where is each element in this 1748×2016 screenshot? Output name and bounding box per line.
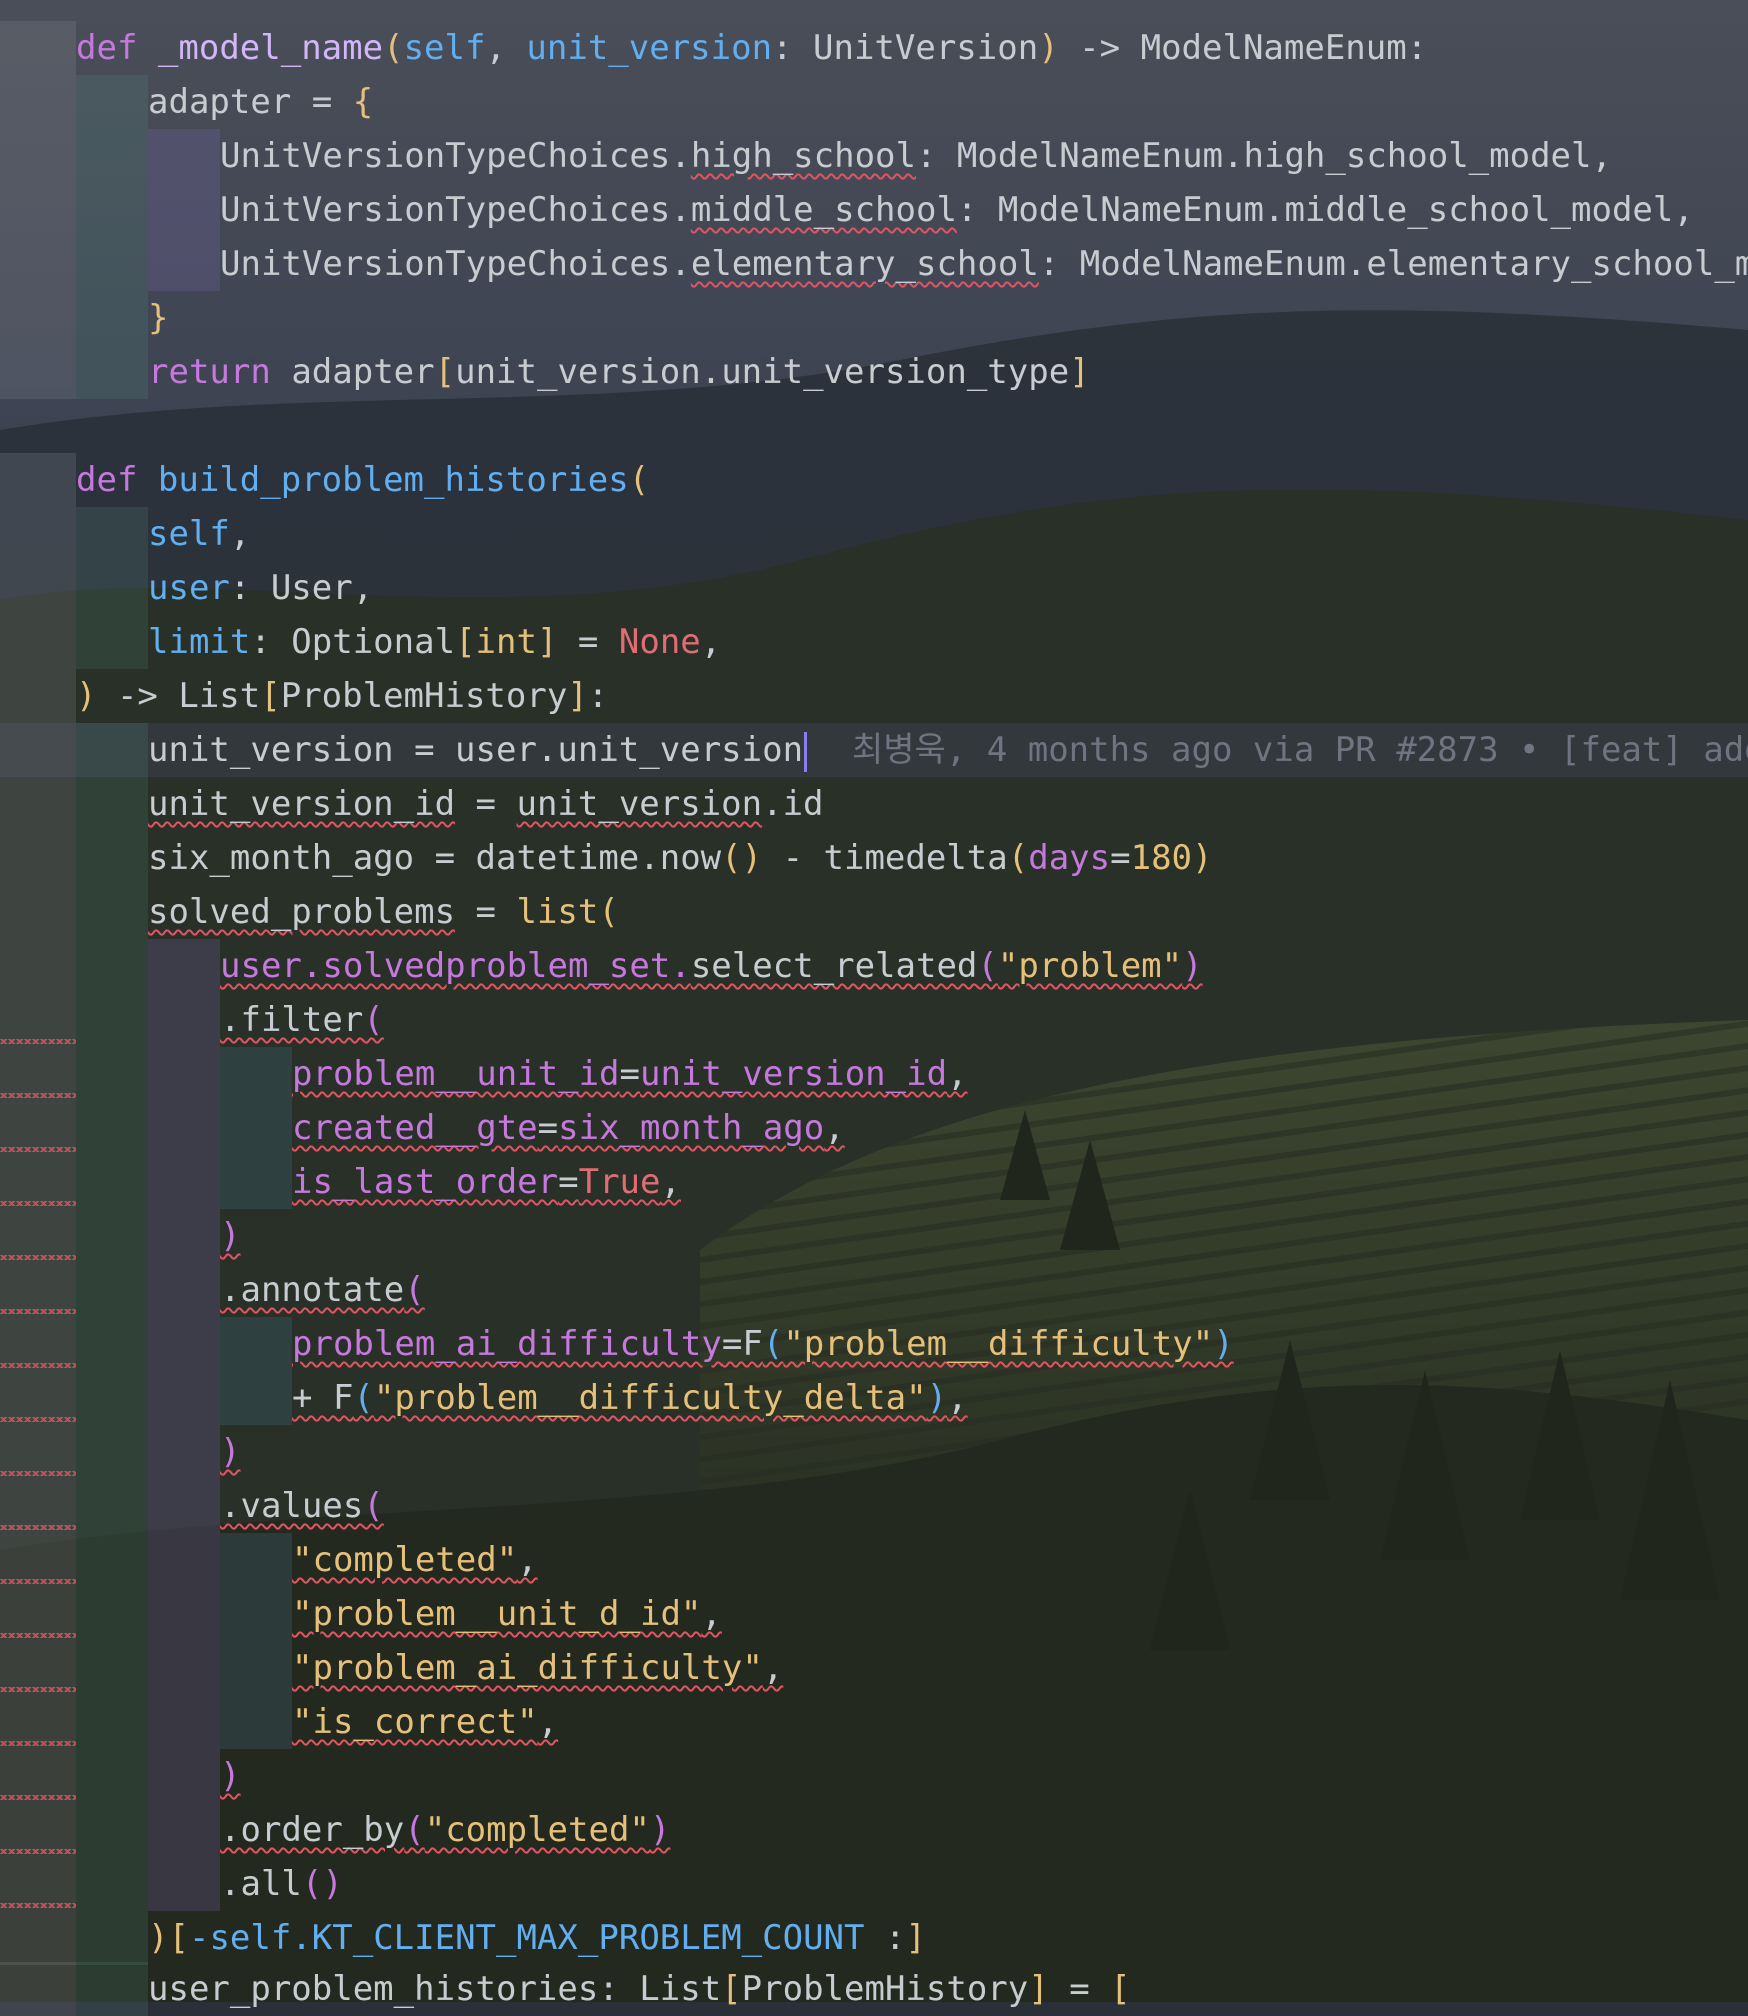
- code-line-25: problem_ai_difficulty=F("problem__diffic…: [0, 1317, 1748, 1371]
- code-line-17: solved_problems = list(: [0, 885, 1748, 939]
- code-line-6: }: [0, 291, 1748, 345]
- text-cursor: [804, 731, 808, 772]
- code-line-22: is_last_order=True,: [0, 1155, 1748, 1209]
- code-line-1: def _model_name(self, unit_version: Unit…: [0, 21, 1748, 75]
- code-line-30: "problem__unit_d_id",: [0, 1587, 1748, 1641]
- code-line-15: unit_version_id = unit_version.id: [0, 777, 1748, 831]
- code-line-29: "completed",: [0, 1533, 1748, 1587]
- git-blame-annotation[interactable]: 최병욱, 4 months ago via PR #2873 • [feat] …: [852, 723, 1748, 777]
- code-line-14-current[interactable]: unit_version = user.unit_version 최병욱, 4 …: [0, 723, 1748, 777]
- code-line-5: UnitVersionTypeChoices.elementary_school…: [0, 237, 1748, 291]
- code-line-10: self,: [0, 507, 1748, 561]
- code-editor[interactable]: def _model_name(self, unit_version: Unit…: [0, 0, 1748, 2016]
- code-line-26: + F("problem__difficulty_delta"),: [0, 1371, 1748, 1425]
- code-line-36: )[-self.KT_CLIENT_MAX_PROBLEM_COUNT :]: [0, 1911, 1748, 1965]
- code-line-13: ) -> List[ProblemHistory]:: [0, 669, 1748, 723]
- code-line-4: UnitVersionTypeChoices.middle_school: Mo…: [0, 183, 1748, 237]
- code-line-7: return adapter[unit_version.unit_version…: [0, 345, 1748, 399]
- code-line-20: problem__unit_id=unit_version_id,: [0, 1047, 1748, 1101]
- code-line-18: user.solvedproblem_set.select_related("p…: [0, 939, 1748, 993]
- code-line-2: adapter = {: [0, 75, 1748, 129]
- code-line-11: user: User,: [0, 561, 1748, 615]
- code-line-27: ): [0, 1425, 1748, 1479]
- code-line-3: UnitVersionTypeChoices.high_school: Mode…: [0, 129, 1748, 183]
- code-line-33: ): [0, 1749, 1748, 1803]
- code-line-35: .all(): [0, 1857, 1748, 1911]
- code-line-19: .filter(: [0, 993, 1748, 1047]
- code-line-9: def build_problem_histories(: [0, 453, 1748, 507]
- code-line-34: .order_by("completed"): [0, 1803, 1748, 1857]
- code-line-37: user_problem_histories: List[ProblemHist…: [0, 1962, 1748, 2016]
- code-line-31: "problem_ai_difficulty",: [0, 1641, 1748, 1695]
- code-line-12: limit: Optional[int] = None,: [0, 615, 1748, 669]
- code-line-16: six_month_ago = datetime.now() - timedel…: [0, 831, 1748, 885]
- code-line-21: created__gte=six_month_ago,: [0, 1101, 1748, 1155]
- code-line-32: "is_correct",: [0, 1695, 1748, 1749]
- code-line-23: ): [0, 1209, 1748, 1263]
- code-line-28: .values(: [0, 1479, 1748, 1533]
- code-line-24: .annotate(: [0, 1263, 1748, 1317]
